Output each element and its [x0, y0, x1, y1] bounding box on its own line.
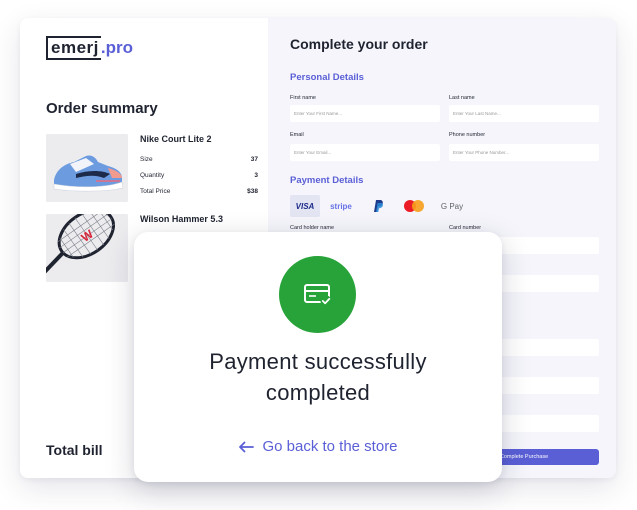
last-name-label: Last name [449, 95, 475, 101]
row-label: Total Price [140, 188, 171, 195]
row-value: 3 [254, 172, 258, 179]
arrow-left-icon [239, 441, 255, 452]
product-image-shoe [46, 134, 128, 202]
brand-logo[interactable]: emerj .pro [46, 36, 133, 60]
section-personal-details: Personal Details [290, 72, 364, 83]
product-name: Wilson Hammer 5.3 [140, 214, 223, 224]
last-name-field[interactable]: Enter Your Last Name... [449, 105, 599, 122]
logo-accent: .pro [100, 38, 133, 57]
visa-option[interactable]: VISA [290, 195, 320, 217]
mastercard-icon [404, 200, 424, 212]
section-payment-details: Payment Details [290, 175, 364, 186]
order-summary-title: Order summary [46, 100, 158, 117]
first-name-field[interactable]: Enter Your First Name... [290, 105, 440, 122]
sneaker-icon [46, 134, 128, 202]
payment-card-check-icon [303, 283, 331, 306]
first-name-label: First name [290, 95, 316, 101]
success-message: Payment successfully completed [134, 346, 502, 408]
logo-main: emerj [46, 36, 101, 60]
order-item: Nike Court Lite 2 Size 37 Quantity 3 Tot… [46, 134, 258, 204]
row-label: Quantity [140, 172, 165, 179]
paypal-icon [374, 200, 383, 212]
phone-field[interactable]: Enter Your Phone Number... [449, 144, 599, 161]
row-value: 37 [250, 156, 258, 163]
back-to-store-label: Go back to the store [262, 438, 398, 455]
item-row-quantity: Quantity 3 [140, 172, 258, 179]
email-label: Email [290, 132, 304, 138]
product-image-racket: W [46, 214, 128, 282]
email-field[interactable]: Enter Your Email... [290, 144, 440, 161]
tennis-racket-icon: W [46, 214, 128, 282]
item-row-size: Size 37 [140, 156, 258, 163]
card-holder-label: Card holder name [290, 225, 335, 231]
form-title: Complete your order [290, 36, 428, 52]
total-bill-label: Total bill [46, 442, 103, 458]
phone-label: Phone number [449, 132, 486, 138]
gpay-option[interactable]: G Pay [436, 195, 468, 217]
mastercard-option[interactable] [400, 195, 428, 217]
back-to-store-link[interactable]: Go back to the store [134, 438, 502, 455]
row-value: $38 [247, 188, 258, 195]
paypal-option[interactable] [366, 195, 390, 217]
card-number-label: Card number [449, 225, 482, 231]
product-name: Nike Court Lite 2 [140, 134, 212, 144]
stripe-option[interactable]: stripe [326, 195, 356, 217]
success-badge [279, 256, 356, 333]
success-message-line1: Payment successfully [209, 349, 427, 374]
item-row-total-price: Total Price $38 [140, 188, 258, 195]
payment-success-modal: Payment successfully completed Go back t… [134, 232, 502, 482]
row-label: Size [140, 156, 153, 163]
success-message-line2: completed [265, 380, 371, 405]
